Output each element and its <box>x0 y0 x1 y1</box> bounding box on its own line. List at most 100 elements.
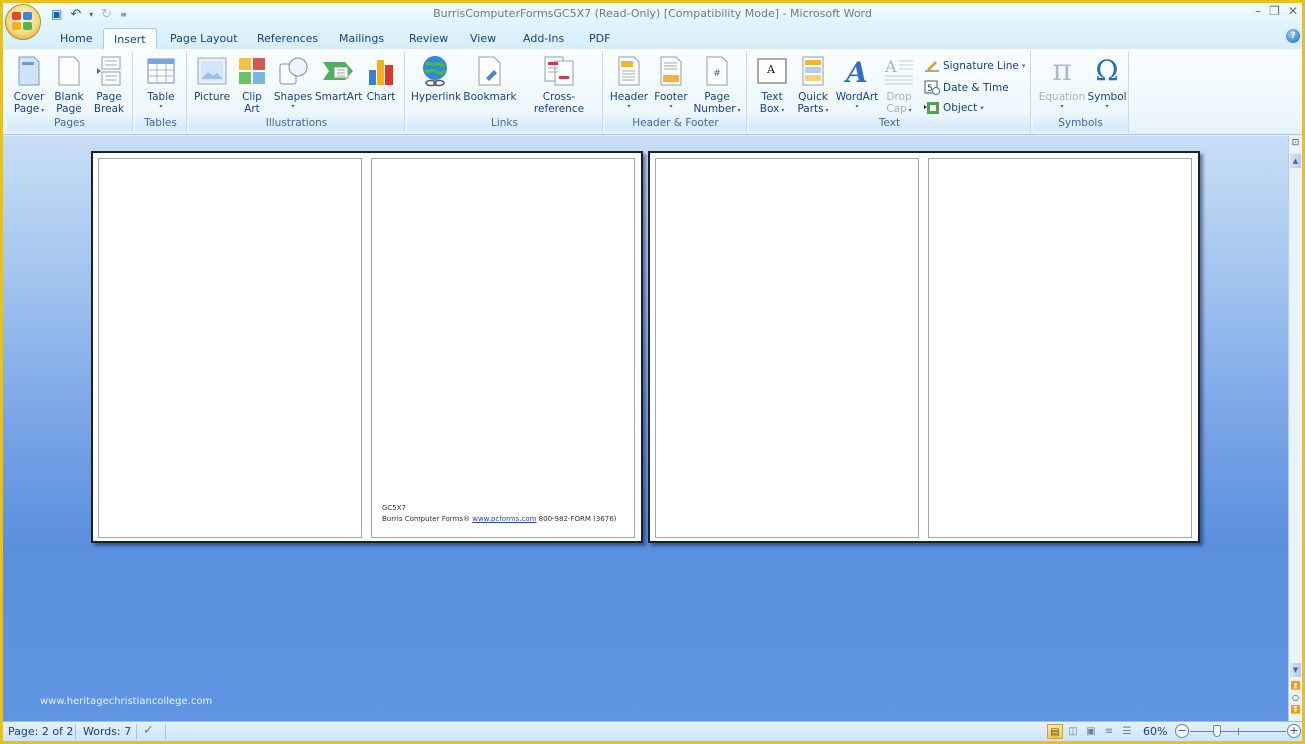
web-layout-view-icon[interactable]: ▣ <box>1083 724 1099 739</box>
zoom-level[interactable]: 60% <box>1143 725 1167 738</box>
group-header-footer: Header ▾ Footer ▾ # Page Number ▾ Header &… <box>605 51 747 133</box>
restore-button[interactable]: ❐ <box>1269 4 1280 18</box>
tab-add-ins[interactable]: Add-Ins <box>513 28 574 50</box>
svg-text:5: 5 <box>927 84 933 94</box>
blank-page-button[interactable]: Blank Page <box>51 53 87 115</box>
smartart-button[interactable]: SmartArt <box>315 53 362 103</box>
symbol-button[interactable]: Ω Symbol ▾ <box>1087 53 1127 111</box>
svg-text:A: A <box>843 56 868 87</box>
page-number-button[interactable]: # Page Number ▾ <box>691 53 743 115</box>
vertical-scrollbar[interactable]: ⊡ ▲ ▼ ⏫ ○ ⏬ <box>1288 136 1302 721</box>
group-text: A Text Box ▾ Quick Parts ▾ A WordArt ▾ A … <box>749 51 1031 133</box>
smartart-icon <box>323 62 353 80</box>
website-link[interactable]: www.pcforms.com <box>472 515 536 523</box>
picture-button[interactable]: Picture <box>191 53 233 103</box>
group-symbols: π Equation ▾ Ω Symbol ▾ Symbols <box>1033 51 1129 133</box>
office-button[interactable] <box>5 4 41 40</box>
group-illustrations: Picture Clip Art Shapes ▾ SmartArt Chart … <box>189 51 405 133</box>
drop-cap-icon: A <box>884 57 913 85</box>
tab-references[interactable]: References <box>247 28 328 50</box>
zoom-in-button[interactable]: + <box>1287 724 1301 738</box>
svg-text:A: A <box>884 57 897 76</box>
undo-icon[interactable]: ↶ <box>70 8 81 21</box>
cross-reference-button[interactable]: Cross-reference <box>519 53 599 115</box>
equation-button[interactable]: π Equation ▾ <box>1037 53 1087 111</box>
page-break-button[interactable]: Page Break <box>91 53 127 115</box>
save-icon[interactable]: ▣ <box>51 8 62 20</box>
wordart-button[interactable]: A WordArt ▾ <box>835 53 879 111</box>
table-button[interactable]: Table ▾ <box>141 53 181 111</box>
text-box-button[interactable]: A Text Box ▾ <box>753 53 791 115</box>
full-screen-reading-view-icon[interactable]: ◫ <box>1065 724 1081 739</box>
document-area[interactable]: GC5X7 Burris Computer Forms® www.pcforms… <box>3 136 1288 721</box>
word-window: BurrisComputerFormsGC5X7 (Read-Only) [Co… <box>3 3 1302 741</box>
zoom-out-button[interactable]: − <box>1175 724 1189 738</box>
minimize-button[interactable]: – <box>1255 4 1261 18</box>
previous-page-icon[interactable]: ⏫ <box>1289 681 1302 691</box>
shapes-icon <box>279 57 308 85</box>
divider <box>75 724 76 739</box>
help-icon[interactable]: ? <box>1286 29 1300 43</box>
page-spread-1: GC5X7 Burris Computer Forms® www.pcforms… <box>91 151 643 543</box>
page-spread-2 <box>648 151 1200 543</box>
quick-access-toolbar: ▣ ↶ ▾ ↻ ≡ <box>45 5 137 23</box>
quick-parts-button[interactable]: Quick Parts ▾ <box>793 53 833 115</box>
divider <box>136 724 137 739</box>
tab-page-layout[interactable]: Page Layout <box>160 28 248 50</box>
object-button[interactable]: Object ▾ <box>924 101 984 115</box>
tab-view[interactable]: View <box>460 28 506 50</box>
tab-review[interactable]: Review <box>399 28 458 50</box>
group-label-links: Links <box>407 117 602 131</box>
page-count[interactable]: Page: 2 of 2 <box>8 725 73 738</box>
quick-parts-icon <box>802 56 824 86</box>
footer-button[interactable]: Footer ▾ <box>651 53 691 111</box>
blank-page-icon <box>58 56 80 86</box>
draft-view-icon[interactable]: ☰ <box>1119 724 1135 739</box>
date-time-button[interactable]: 5 Date & Time <box>924 80 1009 95</box>
drop-cap-button[interactable]: A Drop Cap ▾ <box>879 53 919 115</box>
group-pages: Cover Page ▾ Blank Page Page Break Pages <box>7 51 133 133</box>
tab-insert[interactable]: Insert <box>103 28 157 50</box>
office-logo-icon <box>12 12 34 32</box>
zoom-slider-thumb[interactable] <box>1212 725 1221 737</box>
clip-art-button[interactable]: Clip Art <box>235 53 269 115</box>
view-ruler-icon[interactable]: ⊡ <box>1290 138 1301 152</box>
tab-mailings[interactable]: Mailings <box>329 28 394 50</box>
hyperlink-button[interactable]: Hyperlink <box>411 53 461 103</box>
scroll-down-button[interactable]: ▼ <box>1290 663 1301 677</box>
cover-page-button[interactable]: Cover Page ▾ <box>11 53 47 115</box>
proofing-icon[interactable]: ✓ <box>143 723 154 738</box>
select-browse-object-icon[interactable]: ○ <box>1289 693 1302 703</box>
page-panel <box>371 158 635 538</box>
outline-view-icon[interactable]: ≡ <box>1101 724 1117 739</box>
page-panel <box>928 158 1192 538</box>
object-icon <box>924 102 939 114</box>
signature-line-button[interactable]: Signature Line ▾ <box>924 59 1025 73</box>
shapes-button[interactable]: Shapes ▾ <box>273 53 313 111</box>
table-icon <box>147 58 175 84</box>
print-layout-view-icon[interactable]: ▤ <box>1047 724 1063 739</box>
tab-home[interactable]: Home <box>50 28 102 50</box>
ribbon-tabs: Home Insert Page Layout References Maili… <box>3 25 1302 50</box>
watermark-text: www.heritagechristiancollege.com <box>40 696 213 707</box>
tab-pdf[interactable]: PDF <box>579 28 620 50</box>
date-time-icon: 5 <box>924 80 940 95</box>
next-page-icon[interactable]: ⏬ <box>1289 705 1302 715</box>
scroll-up-button[interactable]: ▲ <box>1290 154 1301 168</box>
cover-page-icon <box>18 56 40 86</box>
redo-icon[interactable]: ↻ <box>101 8 112 21</box>
undo-dropdown-icon[interactable]: ▾ <box>89 10 93 19</box>
customize-qat-icon[interactable]: ≡ <box>120 10 127 19</box>
page-break-icon <box>97 56 121 86</box>
window-title: BurrisComputerFormsGC5X7 (Read-Only) [Co… <box>433 7 872 20</box>
form-code: GC5X7 <box>382 504 407 512</box>
word-count[interactable]: Words: 7 <box>83 725 131 738</box>
ribbon: Cover Page ▾ Blank Page Page Break Pages… <box>3 49 1302 135</box>
chart-icon <box>369 60 393 85</box>
header-button[interactable]: Header ▾ <box>607 53 651 111</box>
clip-art-icon <box>239 58 265 84</box>
group-label-illustrations: Illustrations <box>189 117 404 131</box>
close-button[interactable]: ✕ <box>1288 4 1298 18</box>
chart-button[interactable]: Chart <box>361 53 401 103</box>
bookmark-button[interactable]: Bookmark <box>463 53 517 103</box>
